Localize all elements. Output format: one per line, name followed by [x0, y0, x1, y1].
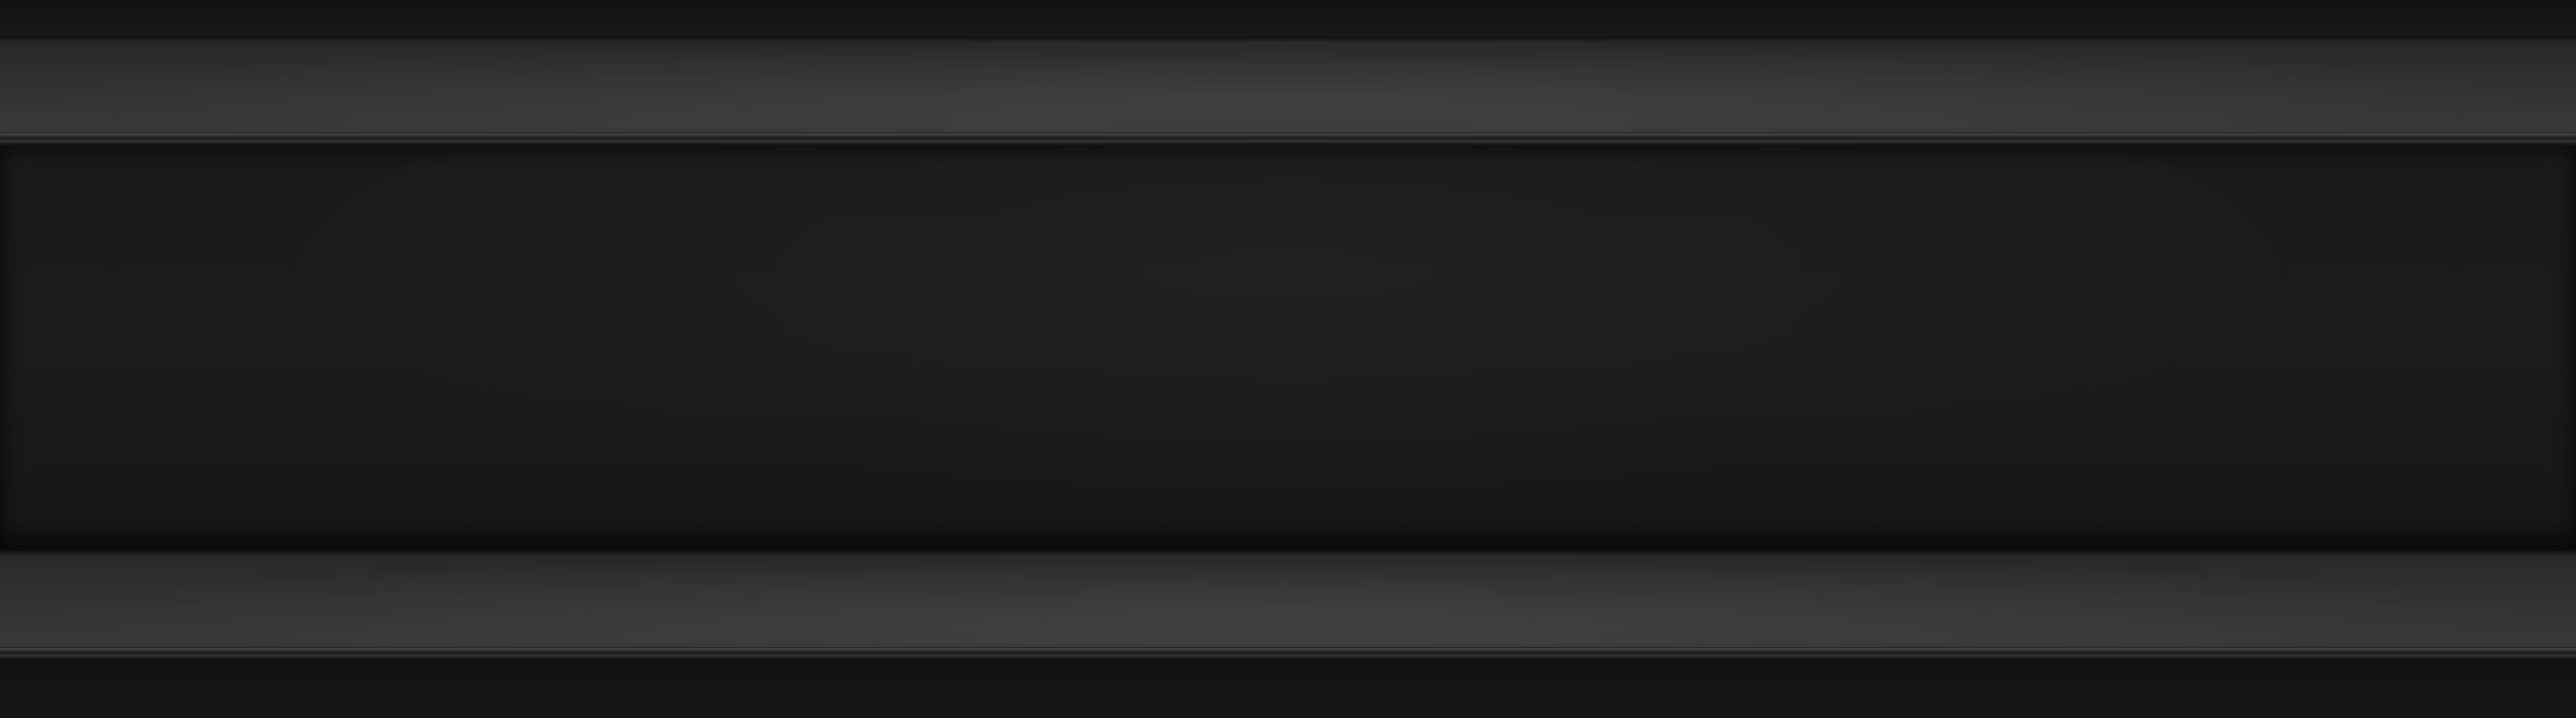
bottom-strip	[0, 660, 2576, 718]
bookshelf-background	[0, 0, 2576, 718]
shelf-top-edge	[0, 133, 2576, 145]
top-strip	[0, 0, 2576, 37]
shelf-top	[0, 37, 2576, 138]
shelf-bottom	[0, 550, 2576, 652]
shelf-panel	[0, 145, 2576, 550]
shelf-bottom-edge	[0, 647, 2576, 660]
